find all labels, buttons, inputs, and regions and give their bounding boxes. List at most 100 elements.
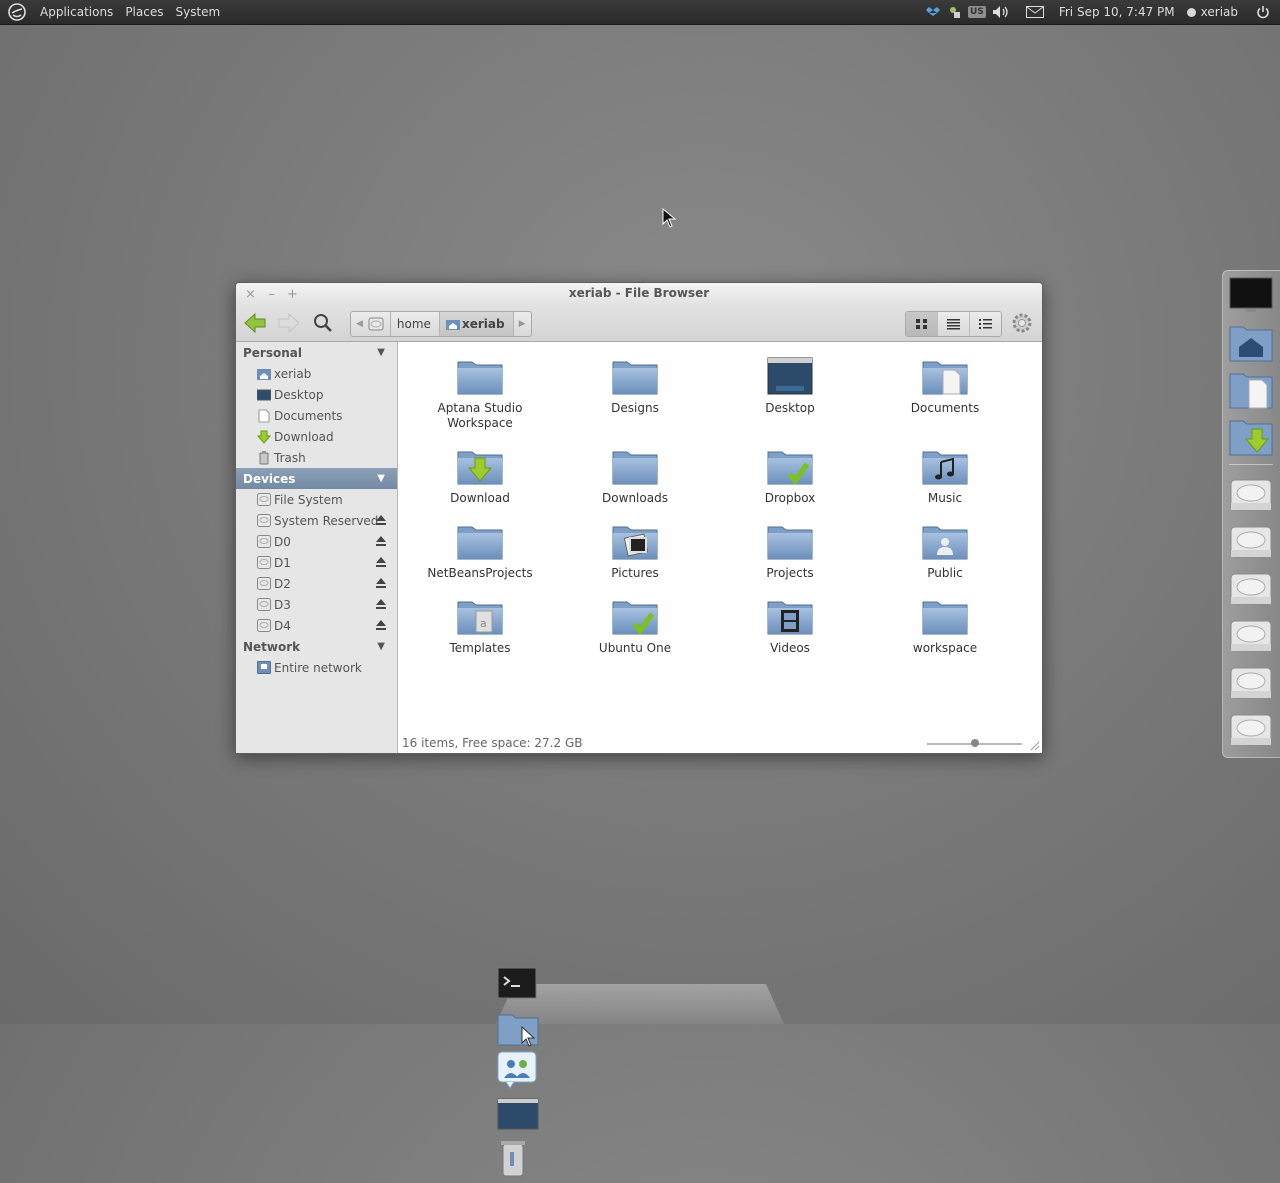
- folder-item-projects[interactable]: Projects: [715, 521, 865, 581]
- sidebar-item-documents[interactable]: Documents: [236, 405, 397, 426]
- templates-folder-icon: a: [457, 601, 503, 635]
- user-menu[interactable]: xeriab: [1186, 5, 1238, 19]
- folder-item-download[interactable]: Download: [405, 446, 555, 506]
- sidebar-item-label: xeriab: [274, 366, 312, 381]
- dock-drive-icon[interactable]: [1229, 615, 1273, 655]
- view-switcher: [905, 311, 1002, 337]
- sidebar-item-desktop[interactable]: Desktop: [236, 384, 397, 405]
- dropbox-icon[interactable]: [925, 4, 941, 20]
- columns-icon: [979, 318, 992, 329]
- keyboard-layout-badge[interactable]: US: [967, 4, 986, 20]
- collapse-triangle-icon[interactable]: ▼: [377, 641, 385, 652]
- eject-icon[interactable]: [375, 535, 387, 547]
- close-button[interactable]: ×: [240, 287, 261, 302]
- settings-gear-icon[interactable]: [1010, 311, 1034, 335]
- eject-icon[interactable]: [375, 598, 387, 610]
- zoom-slider-knob[interactable]: [971, 739, 979, 747]
- collapse-triangle-icon[interactable]: ▼: [377, 347, 385, 358]
- mail-icon[interactable]: [1024, 4, 1046, 20]
- dock-messenger-icon[interactable]: [496, 1050, 784, 1095]
- user-name: xeriab: [1200, 5, 1238, 19]
- sidebar-item-trash[interactable]: Trash: [236, 447, 397, 468]
- list-view-button[interactable]: [937, 312, 969, 336]
- folder-item-designs[interactable]: Designs: [560, 356, 710, 416]
- dock-drive-icon[interactable]: [1229, 662, 1273, 702]
- dock-drive-icon[interactable]: [1229, 521, 1273, 561]
- folder-item-ubuntu-one[interactable]: Ubuntu One: [560, 596, 710, 656]
- sidebar-item-system-reserved[interactable]: System Reserved: [236, 510, 397, 531]
- folder-item-documents[interactable]: Documents: [870, 356, 1020, 416]
- applications-menu[interactable]: Applications: [34, 5, 119, 19]
- folder-item-netbeansprojects[interactable]: NetBeansProjects: [405, 521, 555, 581]
- system-menu[interactable]: System: [169, 5, 226, 19]
- minimize-button[interactable]: –: [261, 287, 282, 302]
- sidebar-item-d4[interactable]: D4: [236, 615, 397, 636]
- item-label: Music: [927, 491, 963, 505]
- sidebar-item-download[interactable]: Download: [236, 426, 397, 447]
- sidebar-item-d1[interactable]: D1: [236, 552, 397, 573]
- dock-home-folder-icon[interactable]: [1229, 323, 1273, 363]
- folder-item-desktop[interactable]: Desktop: [715, 356, 865, 416]
- folder-icon: [767, 526, 813, 560]
- sidebar-item-d0[interactable]: D0: [236, 531, 397, 552]
- sidebar-item-entire-network[interactable]: Entire network: [236, 657, 397, 678]
- zoom-slider[interactable]: [927, 739, 1022, 747]
- collapse-triangle-icon[interactable]: ▼: [377, 473, 385, 484]
- dock-drive-icon[interactable]: [1229, 474, 1273, 514]
- folder-icon: [922, 601, 968, 635]
- volume-icon[interactable]: [991, 4, 1013, 20]
- folder-item-workspace[interactable]: workspace: [870, 596, 1020, 656]
- folder-item-templates[interactable]: a Templates: [405, 596, 555, 656]
- eject-icon[interactable]: [375, 556, 387, 568]
- folder-item-aptana[interactable]: Aptana Studio Workspace: [405, 356, 555, 431]
- dock-drive-icon[interactable]: [1229, 568, 1273, 608]
- back-button[interactable]: [242, 310, 268, 336]
- folder-item-public[interactable]: Public: [870, 521, 1020, 581]
- sidebar-item-label: D4: [274, 618, 291, 633]
- dock-desktop-icon[interactable]: [496, 1095, 784, 1138]
- eject-icon[interactable]: [375, 577, 387, 589]
- dock-desktop-icon[interactable]: [1229, 275, 1273, 315]
- folder-item-videos[interactable]: Videos: [715, 596, 865, 656]
- column-view-button[interactable]: [969, 312, 1001, 336]
- elementary-logo-icon[interactable]: [8, 3, 26, 21]
- dock-download-folder-icon[interactable]: [1229, 417, 1273, 457]
- icon-grid: Aptana Studio Workspace Designs Desktop …: [398, 342, 1042, 753]
- sidebar-item-d3[interactable]: D3: [236, 594, 397, 615]
- path-left-arrow-icon[interactable]: ◀: [351, 319, 368, 329]
- folder-item-pictures[interactable]: Pictures: [560, 521, 710, 581]
- places-menu[interactable]: Places: [119, 5, 169, 19]
- dock-files-icon[interactable]: [496, 1007, 784, 1050]
- eject-icon[interactable]: [375, 514, 387, 526]
- eject-icon[interactable]: [375, 619, 387, 631]
- resize-grip-icon[interactable]: [1030, 741, 1040, 751]
- dock-terminal-icon[interactable]: [496, 964, 784, 1007]
- sidebar-item-xeriab[interactable]: xeriab: [236, 363, 397, 384]
- sidebar-item-label: Trash: [274, 450, 306, 465]
- sidebar-section-network[interactable]: Network ▼: [236, 636, 397, 657]
- power-icon[interactable]: [1255, 4, 1271, 20]
- forward-button[interactable]: [276, 310, 302, 336]
- path-segment-home[interactable]: home: [391, 312, 440, 336]
- dock-trash-icon[interactable]: [496, 1138, 784, 1183]
- folder-item-downloads[interactable]: Downloads: [560, 446, 710, 506]
- dock-drive-icon[interactable]: [1229, 709, 1273, 749]
- titlebar[interactable]: × – + xeriab - File Browser: [236, 283, 1042, 305]
- dock-separator: [1229, 464, 1273, 465]
- sidebar-item-file-system[interactable]: File System: [236, 489, 397, 510]
- icon-view-button[interactable]: [906, 312, 937, 336]
- sidebar-item-d2[interactable]: D2: [236, 573, 397, 594]
- top-panel: Applications Places System US Fri Sep 10…: [0, 0, 1280, 25]
- folder-item-music[interactable]: Music: [870, 446, 1020, 506]
- maximize-button[interactable]: +: [282, 287, 303, 302]
- folder-item-dropbox[interactable]: Dropbox: [715, 446, 865, 506]
- clock[interactable]: Fri Sep 10, 7:47 PM: [1059, 5, 1175, 19]
- search-button[interactable]: [310, 310, 336, 336]
- sidebar-section-devices[interactable]: Devices ▼: [236, 468, 397, 489]
- path-root[interactable]: [368, 312, 391, 336]
- path-segment-xeriab[interactable]: xeriab: [439, 312, 514, 336]
- path-right-arrow-icon[interactable]: ▶: [514, 319, 531, 329]
- dock-documents-folder-icon[interactable]: [1229, 370, 1273, 410]
- sidebar-section-personal[interactable]: Personal ▼: [236, 342, 397, 363]
- update-icon[interactable]: [947, 4, 963, 20]
